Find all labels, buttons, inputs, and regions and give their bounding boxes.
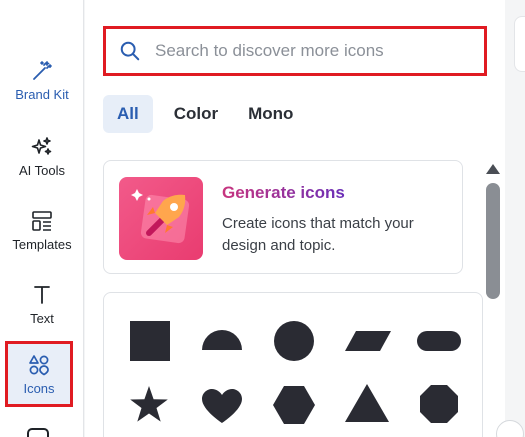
magic-wand-icon (33, 60, 52, 80)
icons-panel: All Color Mono Generate icons Create ico… (85, 0, 505, 437)
tab-mono[interactable]: Mono (237, 95, 304, 133)
star-shape[interactable] (129, 385, 169, 423)
search-box[interactable] (103, 26, 487, 76)
text-icon (34, 285, 50, 304)
filter-tabs: All Color Mono (103, 95, 304, 133)
sidebar-item-text[interactable]: Text (0, 272, 84, 336)
search-icon (120, 41, 140, 61)
sidebar-item-label: Brand Kit (15, 86, 69, 102)
generate-icons-description: Create icons that match your design and … (222, 215, 414, 254)
left-sidebar: Brand Kit AI Tools Templates Text Icons (0, 0, 84, 437)
parallelogram-shape[interactable] (344, 330, 392, 352)
templates-icon (32, 210, 52, 231)
canvas-card-edge (514, 16, 525, 72)
search-input[interactable] (155, 41, 475, 61)
square-shape[interactable] (129, 320, 171, 362)
hexagon-shape[interactable] (272, 385, 316, 425)
sidebar-item-label: Icons (23, 380, 55, 396)
sidebar-item-label: Templates (12, 236, 72, 252)
generate-icons-card[interactable]: Generate icons Create icons that match y… (103, 160, 463, 274)
scroll-up-arrow-icon[interactable] (486, 164, 500, 174)
rounded-rectangle-shape[interactable] (416, 330, 462, 352)
half-circle-shape[interactable] (201, 329, 243, 351)
shapes-icon (29, 354, 49, 375)
sidebar-item-icons[interactable]: Icons (5, 341, 73, 407)
scrollbar-thumb[interactable] (486, 183, 500, 299)
tab-all[interactable]: All (103, 95, 153, 133)
sidebar-item-templates[interactable]: Templates (0, 198, 84, 262)
generate-icons-title: Generate icons (222, 183, 345, 202)
rocket-icon (119, 177, 203, 260)
shapes-grid (103, 292, 483, 437)
heart-shape[interactable] (201, 388, 243, 424)
sidebar-item-brand-kit[interactable]: Brand Kit (0, 48, 84, 112)
circle-shape[interactable] (273, 320, 315, 362)
sparkles-icon (31, 136, 52, 155)
sidebar-item-next-icon[interactable] (27, 428, 49, 437)
sidebar-item-label: Text (30, 310, 54, 326)
sidebar-item-label: AI Tools (18, 162, 65, 178)
triangle-shape[interactable] (344, 383, 390, 423)
tab-color[interactable]: Color (163, 95, 229, 133)
sidebar-item-ai-tools[interactable]: AI Tools (0, 124, 84, 188)
octagon-shape[interactable] (419, 384, 459, 424)
